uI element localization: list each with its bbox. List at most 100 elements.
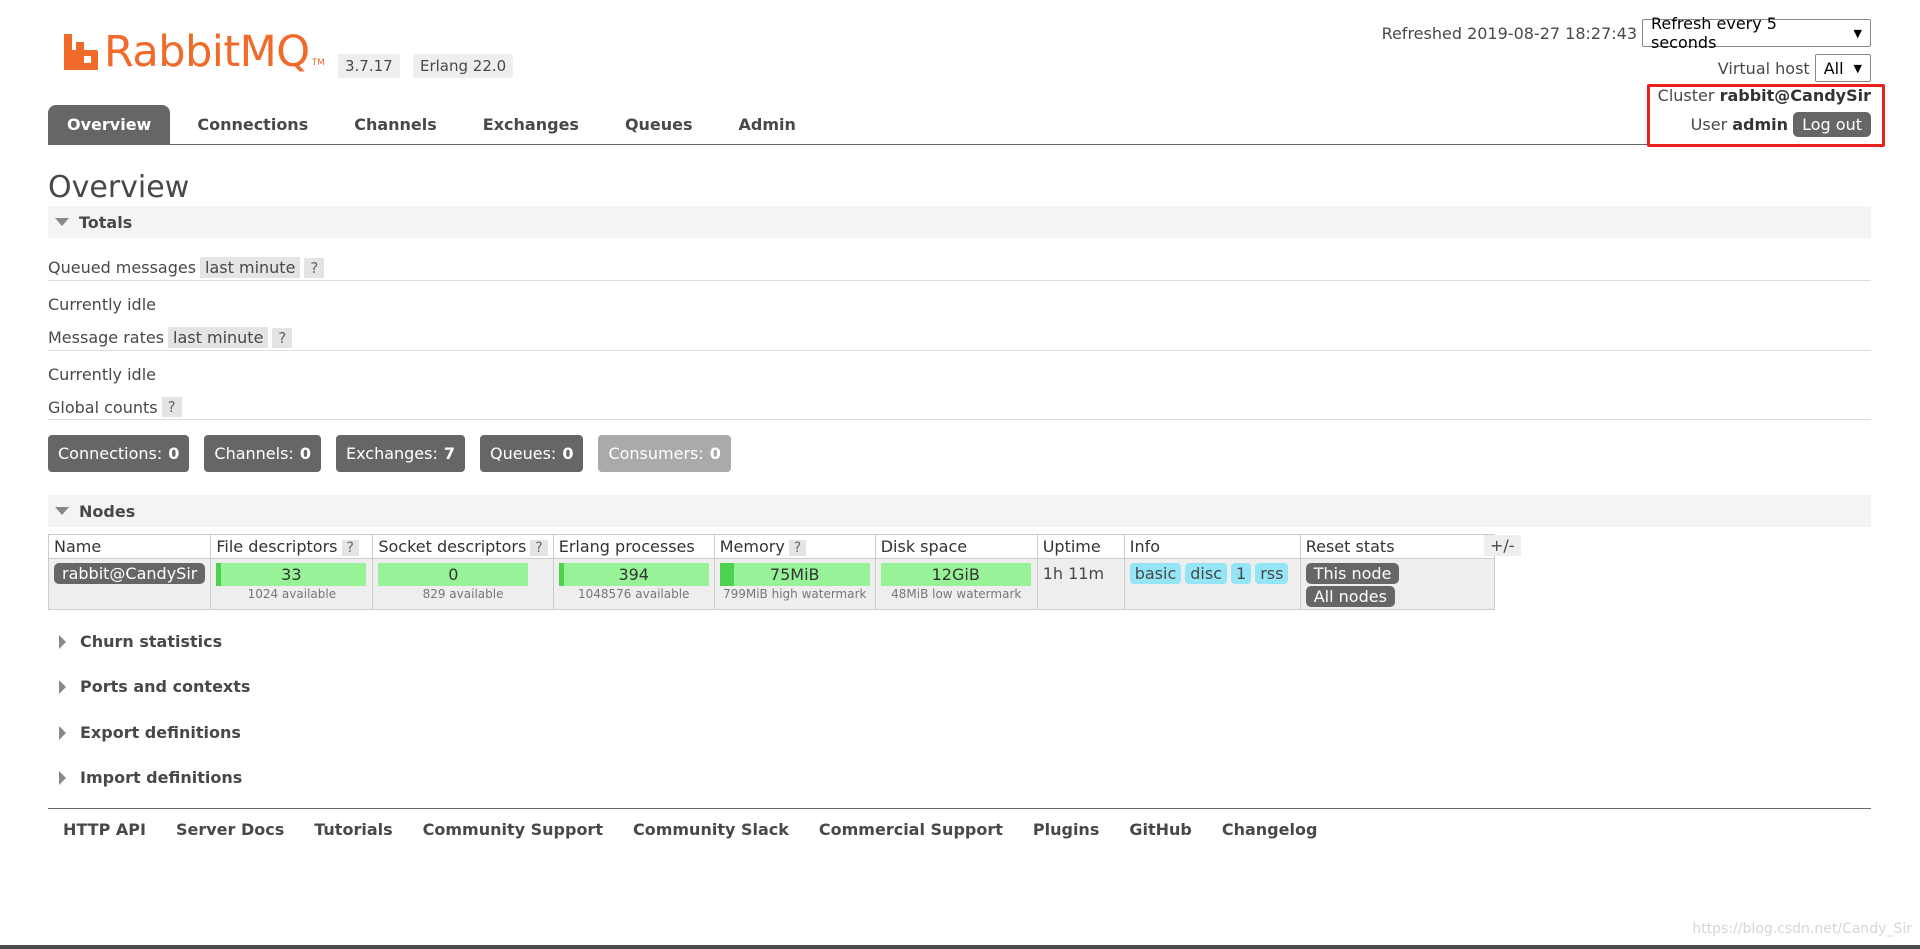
- queued-messages-label: Queued messages: [48, 258, 197, 277]
- queued-messages-help[interactable]: ?: [304, 257, 325, 278]
- file-descriptors-cell: 33 1024 available: [210, 558, 374, 610]
- message-rates-idle: Currently idle: [48, 365, 156, 384]
- version-badge: 3.7.17: [338, 54, 400, 78]
- help-icon[interactable]: ?: [788, 540, 807, 556]
- message-rates-help[interactable]: ?: [272, 327, 293, 348]
- expanded-triangle-icon: [55, 218, 69, 226]
- collapsed-triangle-icon: [59, 725, 66, 740]
- global-counts-help[interactable]: ?: [161, 397, 182, 417]
- footer-link-server-docs[interactable]: Server Docs: [176, 820, 284, 839]
- column-header-erlang-processes: Erlang processes: [552, 534, 715, 559]
- footer-link-http-api[interactable]: HTTP API: [63, 820, 146, 839]
- footer-link-community-support[interactable]: Community Support: [423, 820, 603, 839]
- nodes-section-toggle[interactable]: Nodes: [48, 495, 1871, 527]
- virtual-host-label: Virtual host: [1717, 58, 1810, 78]
- totals-section-toggle[interactable]: Totals: [48, 206, 1871, 238]
- totals-heading: Totals: [79, 212, 133, 232]
- reset-all-nodes-button[interactable]: All nodes: [1305, 586, 1395, 607]
- erlang-badge: Erlang 22.0: [413, 54, 514, 78]
- message-rates-label: Message rates: [48, 328, 165, 347]
- footer-link-github[interactable]: GitHub: [1129, 820, 1192, 839]
- footer-link-plugins[interactable]: Plugins: [1033, 820, 1099, 839]
- footer-links: HTTP API Server Docs Tutorials Community…: [48, 808, 1871, 839]
- divider: [48, 280, 1871, 281]
- column-header-uptime: Uptime: [1036, 534, 1125, 559]
- erlang-processes-cell: 394 1048576 available: [552, 558, 715, 610]
- info-tag-count: 1: [1231, 563, 1252, 584]
- reset-this-node-button[interactable]: This node: [1305, 563, 1400, 584]
- virtual-host-value: All: [1823, 58, 1844, 78]
- section-label: Ports and contexts: [80, 677, 251, 696]
- count-value: 7: [443, 444, 456, 463]
- column-header-reset-stats: Reset stats: [1299, 534, 1495, 559]
- disk-space-value: 12GiB: [931, 565, 980, 584]
- socket-descriptors-bar: 0: [378, 563, 529, 586]
- section-label: Import definitions: [80, 768, 243, 787]
- queues-count[interactable]: Queues: 0: [480, 435, 584, 472]
- watermark: https://blog.csdn.net/Candy_Sir: [1692, 921, 1912, 937]
- connections-count[interactable]: Connections: 0: [48, 435, 190, 472]
- channels-count[interactable]: Channels: 0: [204, 435, 321, 472]
- section-label: Churn statistics: [80, 632, 223, 651]
- memory-used-fill: [719, 563, 734, 586]
- column-header-socket-descriptors: Socket descriptors?: [372, 534, 554, 559]
- tab-admin[interactable]: Admin: [720, 105, 815, 144]
- dropdown-arrow-icon: ▼: [1853, 26, 1862, 40]
- socket-descriptors-value: 0: [448, 565, 459, 584]
- page-title: Overview: [48, 170, 190, 205]
- file-descriptors-bar: 33: [216, 563, 367, 586]
- global-counts-label: Global counts: [48, 397, 158, 417]
- column-header-memory: Memory?: [713, 534, 876, 559]
- nodes-heading: Nodes: [79, 501, 136, 521]
- tab-overview[interactable]: Overview: [48, 105, 171, 144]
- socket-descriptors-available: 829 available: [422, 587, 504, 601]
- column-header-label: File descriptors: [216, 537, 338, 556]
- divider: [48, 419, 1871, 420]
- collapsed-triangle-icon: [59, 634, 66, 649]
- queued-messages-range[interactable]: last minute: [200, 257, 301, 278]
- tab-connections[interactable]: Connections: [178, 105, 327, 144]
- column-header-file-descriptors: File descriptors?: [210, 534, 374, 559]
- rabbitmq-logo[interactable]: RabbitMQ TM: [62, 28, 325, 76]
- memory-cell: 75MiB 799MiB high watermark: [713, 558, 876, 610]
- exchanges-count[interactable]: Exchanges: 7: [335, 435, 466, 472]
- file-descriptors-available: 1024 available: [247, 587, 337, 601]
- column-header-label: Socket descriptors: [378, 537, 527, 556]
- tab-channels[interactable]: Channels: [335, 105, 456, 144]
- memory-watermark: 799MiB high watermark: [722, 587, 867, 601]
- erlang-processes-used-fill: [558, 563, 564, 586]
- footer-link-tutorials[interactable]: Tutorials: [314, 820, 392, 839]
- refresh-interval-select[interactable]: Refresh every 5 seconds ▼: [1642, 14, 1871, 52]
- toggle-columns-button[interactable]: +/-: [1484, 535, 1521, 556]
- tab-queues[interactable]: Queues: [606, 105, 712, 144]
- socket-descriptors-cell: 0 829 available: [372, 558, 554, 610]
- column-header-label: Memory: [719, 537, 785, 556]
- help-icon[interactable]: ?: [530, 540, 548, 556]
- tab-exchanges[interactable]: Exchanges: [464, 105, 598, 144]
- disk-space-bar: 12GiB: [880, 563, 1031, 586]
- refresh-area: Refreshed 2019-08-27 18:27:43 Refresh ev…: [1382, 14, 1871, 52]
- divider: [48, 350, 1871, 351]
- count-label: Consumers:: [608, 444, 704, 463]
- global-counts-row: Global counts ?: [48, 397, 182, 417]
- footer-link-changelog[interactable]: Changelog: [1222, 820, 1318, 839]
- export-definitions-toggle[interactable]: Export definitions: [48, 723, 241, 742]
- rabbitmq-logo-icon: [64, 34, 98, 70]
- virtual-host-select[interactable]: All ▼: [1814, 54, 1871, 82]
- node-name-link[interactable]: rabbit@CandySir: [54, 563, 206, 584]
- import-definitions-toggle[interactable]: Import definitions: [48, 768, 242, 787]
- message-rates-row: Message rates last minute ?: [48, 327, 293, 348]
- reset-stats-cell: This nodeAll nodes: [1299, 558, 1495, 610]
- footer-link-commercial-support[interactable]: Commercial Support: [819, 820, 1003, 839]
- queued-messages-idle: Currently idle: [48, 295, 156, 314]
- bottom-edge: [0, 945, 1920, 949]
- churn-statistics-toggle[interactable]: Churn statistics: [48, 632, 222, 651]
- file-descriptors-value: 33: [281, 565, 302, 584]
- footer-link-community-slack[interactable]: Community Slack: [633, 820, 789, 839]
- collapsed-triangle-icon: [59, 770, 66, 785]
- message-rates-range[interactable]: last minute: [168, 327, 269, 348]
- help-icon[interactable]: ?: [341, 540, 359, 556]
- uptime-cell: 1h 11m: [1036, 558, 1125, 610]
- table-header-row: Name File descriptors? Socket descriptor…: [47, 534, 1495, 559]
- ports-and-contexts-toggle[interactable]: Ports and contexts: [48, 677, 250, 696]
